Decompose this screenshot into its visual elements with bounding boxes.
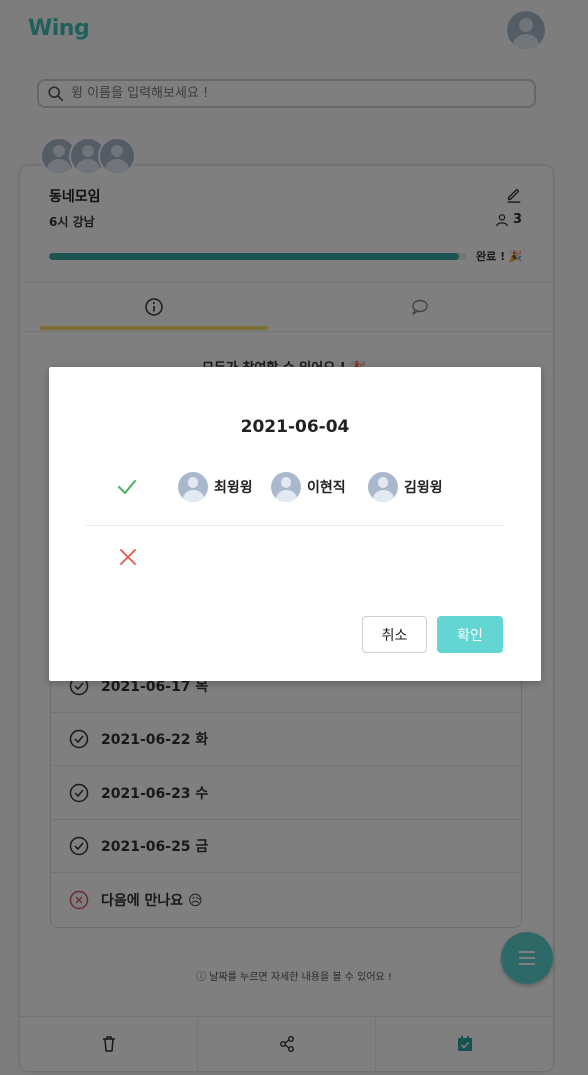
voter-yes: 이현직 — [271, 472, 346, 502]
voter-yes: 최윙윙 — [178, 472, 253, 502]
voter-avatar — [271, 472, 301, 502]
voter-name: 이현직 — [307, 480, 346, 496]
voter-avatar — [178, 472, 208, 502]
voter-name: 김윙윙 — [404, 480, 443, 496]
voter-yes: 김윙윙 — [368, 472, 443, 502]
modal-date: 2021-06-04 — [240, 417, 350, 437]
date-detail-modal: 2021-06-04 최윙윙 이현직 김윙윙 취소 확인 — [49, 367, 541, 681]
x-icon — [120, 549, 136, 565]
voter-name: 최윙윙 — [214, 480, 253, 496]
cancel-button[interactable]: 취소 — [362, 616, 427, 653]
modal-divider — [86, 525, 504, 526]
voter-avatar — [368, 472, 398, 502]
confirm-button[interactable]: 확인 — [437, 616, 503, 653]
check-icon — [118, 480, 136, 494]
